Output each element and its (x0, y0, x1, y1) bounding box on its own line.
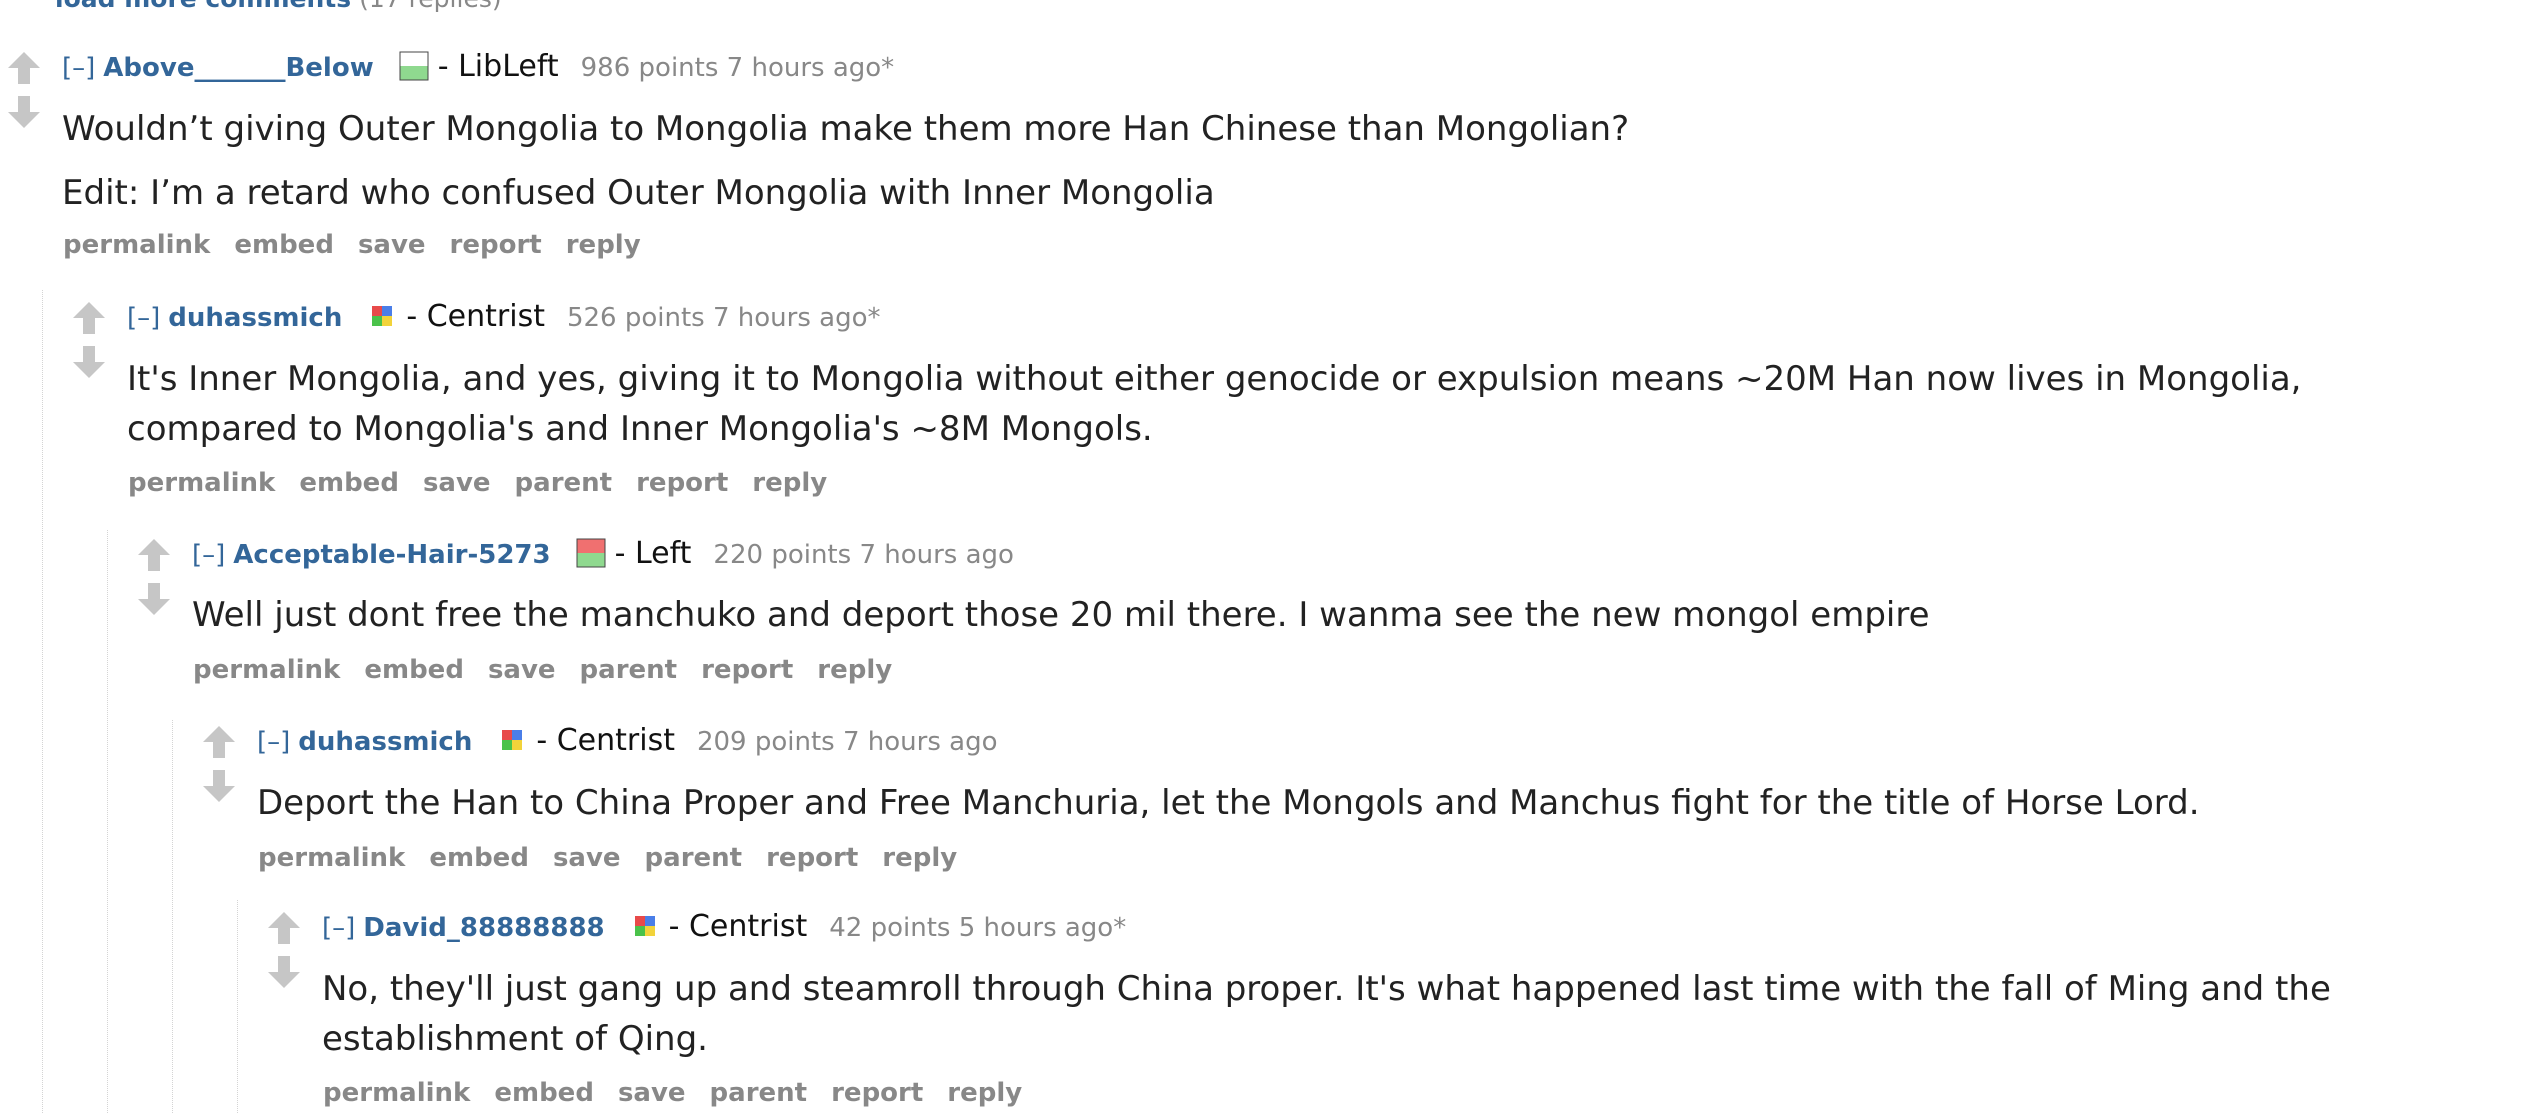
save-button[interactable]: save (488, 655, 556, 685)
report-button[interactable]: report (701, 655, 793, 685)
permalink-button[interactable]: permalink (63, 230, 210, 260)
parent-button[interactable]: parent (710, 1078, 808, 1108)
comment-tagline: [–] duhassmich - Centrist 209 points 7 hour… (257, 722, 998, 765)
author-flair: - LibLeft (437, 49, 559, 84)
comment-actions: permalink embed save report reply (63, 230, 665, 260)
comment-body: It's Inner Mongolia, and yes, giving it … (127, 354, 2327, 454)
embed-button[interactable]: embed (234, 230, 334, 260)
flair-icon (490, 722, 530, 765)
author-flair: - Left (614, 536, 692, 571)
author-link[interactable]: duhassmich (168, 303, 342, 333)
upvote-arrow-icon[interactable] (71, 300, 107, 336)
comment-body: Deport the Han to China Proper and Free … (257, 778, 2457, 828)
author-flair: - Centrist (406, 299, 545, 334)
comment-time: 7 hours ago* (712, 303, 881, 333)
author-link[interactable]: duhassmich (298, 727, 472, 757)
comment-score: 986 points (580, 53, 719, 83)
author-link[interactable]: Acceptable-Hair-5273 (233, 540, 550, 570)
thread-line (172, 720, 173, 1113)
downvote-arrow-icon[interactable] (71, 344, 107, 380)
embed-button[interactable]: embed (364, 655, 464, 685)
report-button[interactable]: report (766, 843, 858, 873)
embed-button[interactable]: embed (429, 843, 529, 873)
flair-icon (360, 298, 400, 341)
comment-body: Well just dont free the manchuko and dep… (192, 590, 2392, 640)
load-more-link[interactable]: load more comments (55, 0, 351, 13)
save-button[interactable]: save (423, 468, 491, 498)
embed-button[interactable]: embed (299, 468, 399, 498)
reply-button[interactable]: reply (947, 1078, 1022, 1108)
permalink-button[interactable]: permalink (323, 1078, 470, 1108)
reply-button[interactable]: reply (752, 468, 827, 498)
embed-button[interactable]: embed (494, 1078, 594, 1108)
comment-tagline: [–] David_88888888 - Centrist 42 points 5 h… (322, 908, 1126, 951)
upvote-arrow-icon[interactable] (136, 537, 172, 573)
save-button[interactable]: save (553, 843, 621, 873)
comment-tagline: [–] Acceptable-Hair-5273- Left 220 points … (192, 535, 1014, 578)
collapse-toggle[interactable]: [–] (322, 913, 355, 943)
comment-time: 5 hours ago* (958, 913, 1127, 943)
comment-paragraph: No, they'll just gang up and steamroll t… (322, 969, 2331, 1059)
parent-button[interactable]: parent (580, 655, 678, 685)
comment-time: 7 hours ago (842, 727, 998, 757)
comment-actions: permalink embed save parent report reply (128, 468, 851, 498)
comment-paragraph: Well just dont free the manchuko and dep… (192, 595, 1930, 635)
collapse-toggle[interactable]: [–] (127, 303, 160, 333)
author-flair: - Centrist (536, 723, 675, 758)
thread-line (237, 900, 238, 1113)
reply-button[interactable]: reply (882, 843, 957, 873)
flair-icon (392, 48, 432, 91)
report-button[interactable]: report (636, 468, 728, 498)
comment-score: 42 points (829, 913, 951, 943)
comment-paragraph: Edit: I’m a retard who confused Outer Mo… (62, 173, 1215, 213)
report-button[interactable]: report (450, 230, 542, 260)
comment-paragraph: Wouldn’t giving Outer Mongolia to Mongol… (62, 109, 1630, 149)
comment-tagline: [–] duhassmich - Centrist 526 points 7 hour… (127, 298, 881, 341)
load-more-comments: load more comments (17 replies) (55, 0, 502, 13)
comment-time: 7 hours ago (859, 540, 1014, 570)
author-flair: - Centrist (668, 909, 808, 944)
parent-button[interactable]: parent (515, 468, 613, 498)
comment-body: Wouldn’t giving Outer Mongolia to Mongol… (62, 104, 2502, 218)
comment-actions: permalink embed save parent report reply (323, 1078, 1046, 1108)
comment-score: 209 points (696, 727, 835, 757)
parent-button[interactable]: parent (645, 843, 743, 873)
comment-body: No, they'll just gang up and steamroll t… (322, 964, 2542, 1064)
thread-line (42, 290, 43, 1113)
reply-button[interactable]: reply (817, 655, 892, 685)
comment-tagline: [–] Above_______Below - LibLeft 986 points … (62, 48, 894, 91)
comment-paragraph: Deport the Han to China Proper and Free … (257, 783, 2200, 823)
permalink-button[interactable]: permalink (258, 843, 405, 873)
permalink-button[interactable]: permalink (193, 655, 340, 685)
collapse-toggle[interactable]: [–] (62, 53, 95, 83)
collapse-toggle[interactable]: [–] (192, 540, 225, 570)
permalink-button[interactable]: permalink (128, 468, 275, 498)
downvote-arrow-icon[interactable] (266, 954, 302, 990)
upvote-arrow-icon[interactable] (201, 724, 237, 760)
flair-icon (569, 535, 609, 578)
report-button[interactable]: report (831, 1078, 923, 1108)
author-link[interactable]: Above_______Below (103, 53, 373, 83)
reply-button[interactable]: reply (566, 230, 641, 260)
downvote-arrow-icon[interactable] (201, 768, 237, 804)
comment-actions: permalink embed save parent report reply (258, 843, 981, 873)
upvote-arrow-icon[interactable] (6, 50, 42, 86)
comment-actions: permalink embed save parent report reply (193, 655, 916, 685)
thread-line (107, 530, 108, 1113)
author-link[interactable]: David_88888888 (363, 913, 604, 943)
reply-count: (17 replies) (359, 0, 502, 13)
comment-time: 7 hours ago* (726, 53, 895, 83)
save-button[interactable]: save (618, 1078, 686, 1108)
downvote-arrow-icon[interactable] (6, 94, 42, 130)
comment-paragraph: It's Inner Mongolia, and yes, giving it … (127, 359, 2302, 449)
downvote-arrow-icon[interactable] (136, 581, 172, 617)
upvote-arrow-icon[interactable] (266, 910, 302, 946)
save-button[interactable]: save (358, 230, 426, 260)
collapse-toggle[interactable]: [–] (257, 727, 290, 757)
comment-score: 526 points (566, 303, 705, 333)
flair-icon (623, 908, 663, 951)
comment-score: 220 points (713, 540, 852, 570)
